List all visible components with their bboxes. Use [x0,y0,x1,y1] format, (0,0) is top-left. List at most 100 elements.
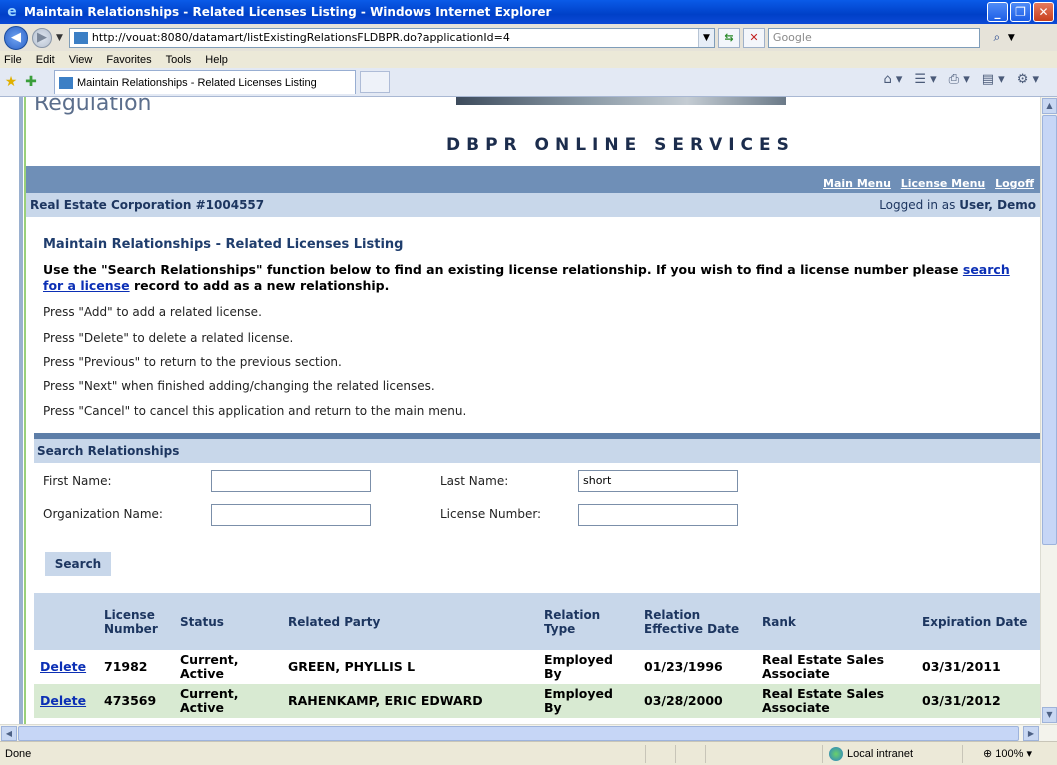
delete-link[interactable]: Delete [40,659,86,674]
table-header-row: License Number Status Related Party Rela… [34,593,1040,650]
license-number-cell: 71982 [98,650,174,684]
search-section-heading: Search Relationships [34,439,1040,463]
status-bar: Done Local intranet ⊕ 100% ▾ [0,741,1057,765]
scroll-up-icon[interactable]: ▲ [1042,98,1057,114]
related-party-header: Related Party [282,593,538,650]
address-dropdown-icon[interactable]: ▼ [697,28,714,47]
menu-favorites[interactable]: Favorites [106,54,151,66]
action-header [34,593,98,650]
expiration-date-cell: 03/31/2012 [916,684,1040,718]
menu-tools[interactable]: Tools [166,54,192,66]
site-nav: Main Menu License Menu Logoff [26,166,1040,193]
ie-logo-icon: e [7,4,17,20]
organization-name-input[interactable] [211,504,371,526]
instruction-cancel: Press "Cancel" to cancel this applicatio… [43,404,467,418]
instruction-delete: Press "Delete" to delete a related licen… [43,331,294,345]
logoff-link[interactable]: Logoff [995,177,1034,190]
search-input[interactable]: Google [767,27,980,48]
address-field[interactable]: http://vouat:8080/datamart/listExistingR… [68,27,715,48]
window-title-bar: e Maintain Relationships - Related Licen… [0,0,1057,24]
scroll-down-icon[interactable]: ▼ [1042,707,1057,723]
intro-text: Use the "Search Relationships" function … [43,262,1010,293]
license-number-label: License Number: [440,507,542,521]
last-name-label: Last Name: [440,474,509,488]
menu-help[interactable]: Help [205,54,228,66]
page-menu-icon[interactable]: ▤ ▾ [982,72,1005,87]
search-button[interactable]: Search [45,552,111,576]
relation-type-header: Relation Type [538,593,638,650]
horizontal-scroll-thumb[interactable] [18,726,1019,741]
intranet-globe-icon [829,746,843,761]
tab-label: Maintain Relationships - Related License… [77,76,317,89]
page-viewport: Regulation DBPR ONLINE SERVICES Main Men… [0,97,1057,724]
organization-name-label: Organization Name: [43,507,163,521]
menu-view[interactable]: View [69,54,93,66]
instruction-previous: Press "Previous" to return to the previo… [43,355,342,369]
search-dropdown-icon[interactable]: ▼ [1008,33,1018,43]
stop-button[interactable]: ✕ [742,27,765,48]
last-name-input[interactable]: short [578,470,738,492]
related-licenses-table: License Number Status Related Party Rela… [34,593,1040,718]
banner-image [456,97,786,105]
close-button[interactable]: ✕ [1033,2,1054,22]
security-zone[interactable]: Local intranet [822,744,962,763]
menu-edit[interactable]: Edit [36,54,55,66]
related-party-cell: GREEN, PHYLLIS L [282,650,538,684]
delete-link[interactable]: Delete [40,693,86,708]
favorites-star-icon[interactable]: ★ [2,74,20,90]
instruction-next: Press "Next" when finished adding/changi… [43,379,435,393]
home-icon[interactable]: ⌂ ▾ [883,72,902,87]
address-toolbar: ◀ ▶ ▼ http://vouat:8080/datamart/listExi… [0,24,1057,51]
maximize-button[interactable]: ❐ [1010,2,1031,22]
rank-cell: Real Estate Sales Associate [756,650,916,684]
search-icon[interactable]: ⌕ [986,28,1008,48]
add-favorites-icon[interactable]: ✚ [22,74,40,90]
table-row: Delete 473569 Current, Active RAHENKAMP,… [34,684,1040,718]
vertical-scrollbar[interactable]: ▲ ▼ [1040,97,1057,724]
status-cell: Current, Active [174,650,282,684]
status-text: Done [5,747,32,760]
license-number-input[interactable] [578,504,738,526]
history-dropdown-icon[interactable]: ▼ [56,33,63,43]
first-name-input[interactable] [211,470,371,492]
vertical-scroll-thumb[interactable] [1042,115,1057,545]
tab-active[interactable]: Maintain Relationships - Related License… [54,70,356,94]
page-content: Regulation DBPR ONLINE SERVICES Main Men… [26,97,1040,724]
online-services-title: DBPR ONLINE SERVICES [446,135,795,155]
rank-header: Rank [756,593,916,650]
rank-cell: Real Estate Sales Associate [756,684,916,718]
zone-label: Local intranet [847,747,914,760]
effective-date-cell: 01/23/1996 [638,650,756,684]
horizontal-scrollbar[interactable]: ◀ ▶ [0,724,1057,741]
page-title: Maintain Relationships - Related License… [43,237,404,252]
status-header: Status [174,593,282,650]
corporation-name: Real Estate Corporation #1004557 [30,198,265,212]
license-menu-link[interactable]: License Menu [901,177,986,190]
feeds-icon[interactable]: ☰ ▾ [914,72,936,87]
tools-gear-icon[interactable]: ⚙ ▾ [1017,72,1039,87]
expiration-date-header: Expiration Date [916,593,1040,650]
main-menu-link[interactable]: Main Menu [823,177,891,190]
logged-user: User, Demo [959,198,1036,212]
address-url: http://vouat:8080/datamart/listExistingR… [91,31,510,44]
license-number-header: License Number [98,593,174,650]
print-icon[interactable]: ⎙ ▾ [949,72,970,87]
relation-type-cell: Employed By [538,684,638,718]
zoom-level[interactable]: ⊕ 100% ▾ [962,744,1057,763]
status-cell: Current, Active [174,684,282,718]
relation-effective-date-header: Relation Effective Date [638,593,756,650]
minimize-button[interactable]: _ [987,2,1008,22]
account-band: Real Estate Corporation #1004557 Logged … [26,193,1040,217]
menu-file[interactable]: File [4,54,22,66]
left-border [0,97,26,724]
scroll-left-icon[interactable]: ◀ [1,726,17,741]
back-button[interactable]: ◀ [4,25,28,50]
refresh-button[interactable]: ⇆ [717,27,740,48]
related-party-cell: RAHENKAMP, ERIC EDWARD [282,684,538,718]
first-name-label: First Name: [43,474,112,488]
new-tab-button[interactable] [360,71,390,93]
forward-button[interactable]: ▶ [32,27,52,48]
scroll-right-icon[interactable]: ▶ [1023,726,1039,741]
table-row: Delete 71982 Current, Active GREEN, PHYL… [34,650,1040,684]
expiration-date-cell: 03/31/2011 [916,650,1040,684]
